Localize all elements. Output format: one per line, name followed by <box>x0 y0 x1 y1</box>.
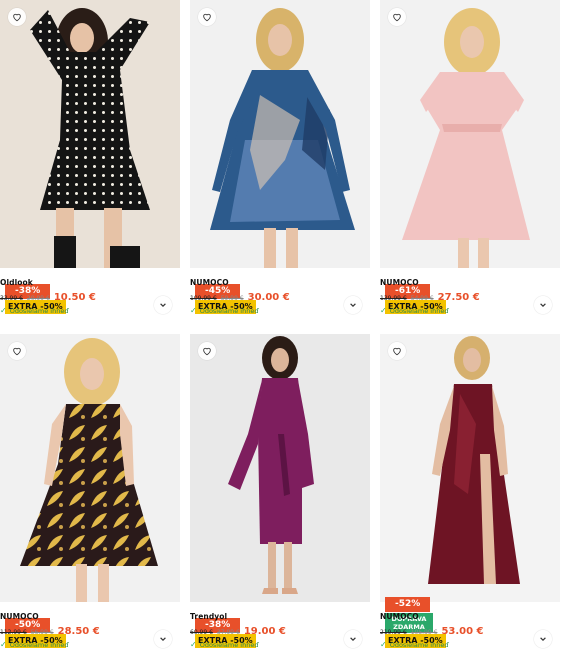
product-image[interactable] <box>0 334 180 602</box>
product-card[interactable]: -52% DOPRAVA ZDARMA EXTRA -50% NUMOCO 21… <box>380 334 560 649</box>
stock-label: Odosielame ihneď <box>199 306 259 315</box>
wishlist-heart-icon[interactable] <box>8 8 26 26</box>
product-card[interactable]: -50% EXTRA -50% NUMOCO 112.99 € 56.99 € … <box>0 334 180 649</box>
price-row: 112.99 € 56.99 € 28.50 € <box>0 626 100 637</box>
stock-status: ✓ Odosielame ihneď <box>0 306 68 315</box>
chevron-down-icon[interactable] <box>344 630 362 648</box>
check-icon: ✓ <box>0 306 7 315</box>
check-icon: ✓ <box>380 640 387 649</box>
wishlist-heart-icon[interactable] <box>198 8 216 26</box>
chevron-down-icon[interactable] <box>534 630 552 648</box>
price-before: 37.99 € <box>216 629 240 636</box>
product-brand[interactable]: NUMOCO <box>380 278 419 287</box>
product-brand[interactable]: Oldlook <box>0 278 33 287</box>
product-card[interactable]: -45% EXTRA -50% NUMOCO 109.99 € 59.99 € … <box>190 0 370 320</box>
check-icon: ✓ <box>380 306 387 315</box>
check-icon: ✓ <box>190 306 197 315</box>
stock-status: ✓ Odosielame ihneď <box>190 640 258 649</box>
product-brand[interactable]: NUMOCO <box>190 278 229 287</box>
price-before: 105.99 € <box>410 629 438 636</box>
price-original: 109.99 € <box>190 295 217 302</box>
price-row: 60.99 € 37.99 € 19.00 € <box>190 626 286 637</box>
price-current: 28.50 € <box>57 626 100 637</box>
product-image[interactable] <box>380 0 560 268</box>
price-current: 27.50 € <box>437 292 480 303</box>
discount-badge: -52% <box>385 597 431 612</box>
stock-status: ✓ Odosielame ihneď <box>0 640 68 649</box>
product-card[interactable]: -38% EXTRA -50% Oldlook 33.99 € 20.99 € … <box>0 0 180 320</box>
wishlist-heart-icon[interactable] <box>388 8 406 26</box>
stock-status: ✓ Odosielame ihneď <box>190 306 258 315</box>
product-card[interactable]: -61% EXTRA -50% NUMOCO 139.99 € 54.99 € … <box>380 0 560 320</box>
price-original: 60.99 € <box>190 629 213 636</box>
product-card[interactable]: -38% EXTRA -50% Trendyol 60.99 € 37.99 €… <box>190 334 370 649</box>
stock-status: ✓ Odosielame ihneď <box>380 640 448 649</box>
product-brand[interactable]: NUMOCO <box>380 612 419 621</box>
product-image[interactable] <box>190 0 370 268</box>
wishlist-heart-icon[interactable] <box>388 342 406 360</box>
price-current: 19.00 € <box>243 626 286 637</box>
price-original: 112.99 € <box>0 629 27 636</box>
chevron-down-icon[interactable] <box>534 296 552 314</box>
product-image[interactable] <box>380 334 560 602</box>
price-original: 219.99 € <box>380 629 407 636</box>
price-original: 33.99 € <box>0 295 23 302</box>
check-icon: ✓ <box>0 640 7 649</box>
price-before: 54.99 € <box>410 295 434 302</box>
stock-label: Odosielame ihneď <box>9 640 69 649</box>
wishlist-heart-icon[interactable] <box>8 342 26 360</box>
price-row: 109.99 € 59.99 € 30.00 € <box>190 292 290 303</box>
chevron-down-icon[interactable] <box>154 630 172 648</box>
product-brand[interactable]: Trendyol <box>190 612 227 621</box>
chevron-down-icon[interactable] <box>154 296 172 314</box>
price-before: 56.99 € <box>30 629 54 636</box>
price-current: 30.00 € <box>247 292 290 303</box>
stock-label: Odosielame ihneď <box>389 306 449 315</box>
wishlist-heart-icon[interactable] <box>198 342 216 360</box>
stock-label: Odosielame ihneď <box>9 306 69 315</box>
product-grid: -38% EXTRA -50% Oldlook 33.99 € 20.99 € … <box>0 0 564 649</box>
stock-status: ✓ Odosielame ihneď <box>380 306 448 315</box>
price-current: 53.00 € <box>441 626 484 637</box>
price-before: 59.99 € <box>220 295 244 302</box>
chevron-down-icon[interactable] <box>344 296 362 314</box>
check-icon: ✓ <box>190 640 197 649</box>
product-image[interactable] <box>190 334 370 602</box>
product-image[interactable] <box>0 0 180 268</box>
price-row: 219.99 € 105.99 € 53.00 € <box>380 626 484 637</box>
stock-label: Odosielame ihneď <box>199 640 259 649</box>
price-original: 139.99 € <box>380 295 407 302</box>
price-row: 33.99 € 20.99 € 10.50 € <box>0 292 96 303</box>
price-row: 139.99 € 54.99 € 27.50 € <box>380 292 480 303</box>
price-current: 10.50 € <box>53 292 96 303</box>
stock-label: Odosielame ihneď <box>389 640 449 649</box>
price-before: 20.99 € <box>26 295 50 302</box>
product-brand[interactable]: NUMOCO <box>0 612 39 621</box>
